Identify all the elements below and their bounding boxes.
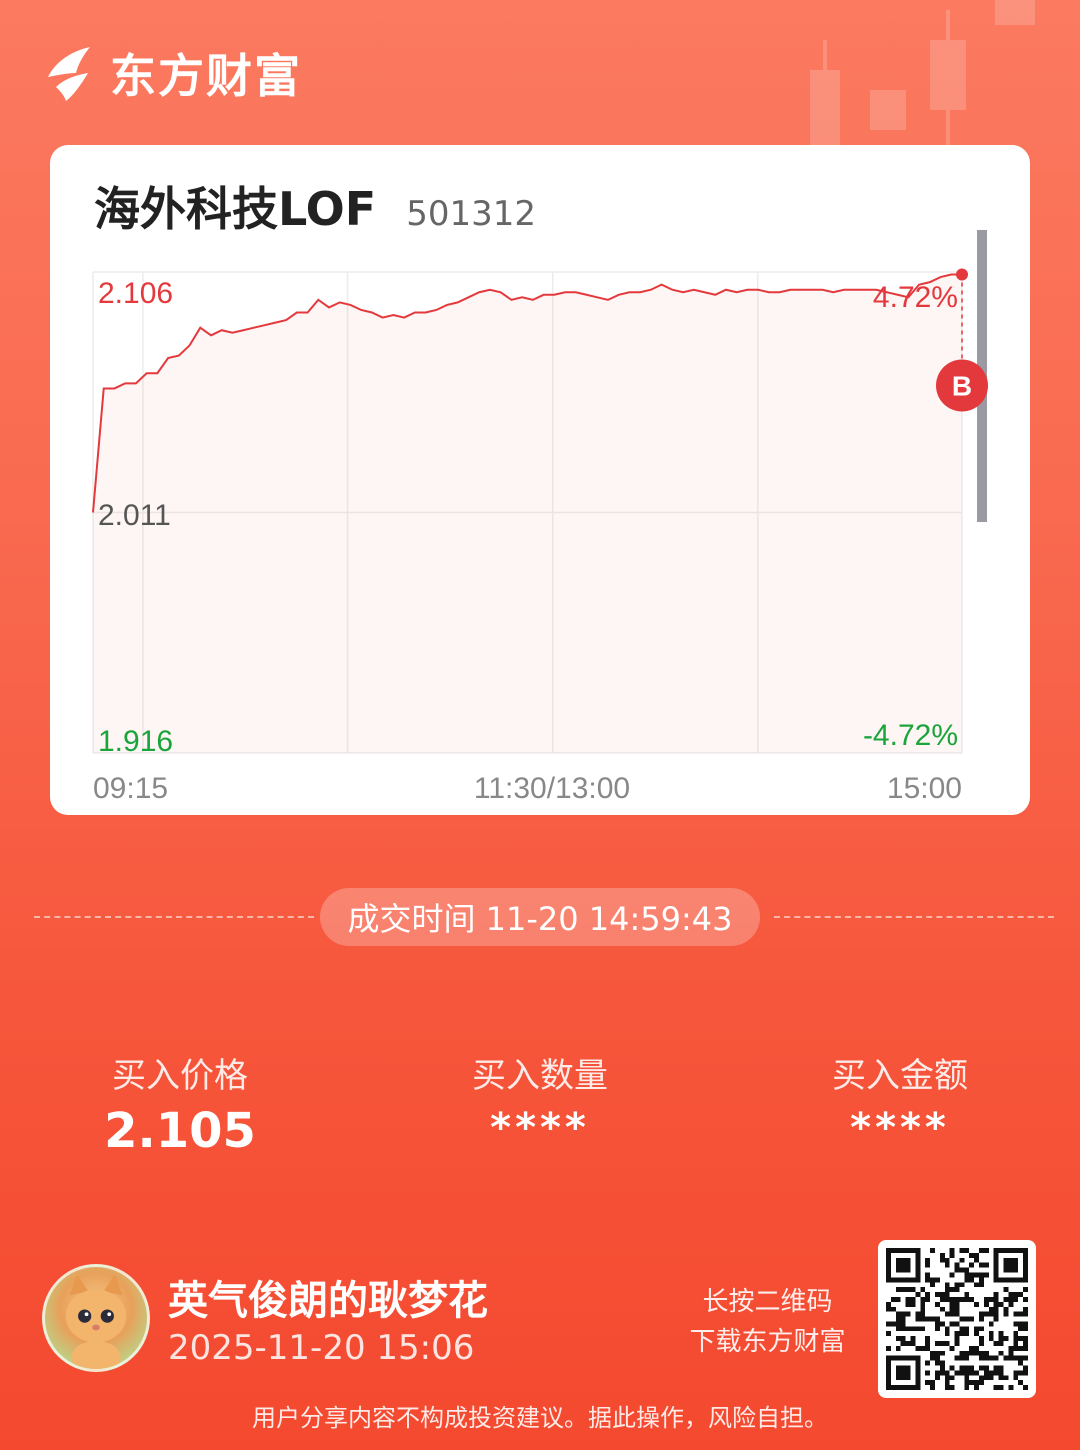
qr-code-icon [886, 1248, 1028, 1390]
y-tick-high: 2.106 [98, 277, 173, 310]
buy-amount-label: 买入金额 [832, 1056, 968, 1096]
last-price-dot [956, 268, 968, 281]
x-tick-close: 15:00 [887, 772, 962, 805]
dash-left [34, 916, 314, 918]
trade-time-row: 成交时间 11-20 14:59:43 [34, 888, 1054, 946]
qr-hint: 长按二维码 下载东方财富 [680, 1282, 855, 1362]
chart-card: 海外科技LOF 501312 2.106 2.011 1.916 4.72% -… [50, 145, 1030, 815]
qr-hint-line2: 下载东方财富 [689, 1327, 846, 1357]
x-tick-midday: 11:30/13:00 [474, 772, 630, 805]
pct-tick-low: -4.72% [863, 719, 958, 752]
buy-price-stat: 买入价格 2.105 [50, 1048, 310, 1159]
price-area [93, 274, 962, 753]
qr-code[interactable] [878, 1240, 1036, 1398]
brand-icon [48, 47, 90, 101]
share-time: 2025-11-20 15:06 [168, 1328, 475, 1368]
user-nickname: 英气俊朗的耿梦花 [168, 1278, 488, 1324]
buy-qty-label: 买入数量 [472, 1056, 608, 1096]
buy-qty-stat: 买入数量 **** [410, 1048, 670, 1151]
y-tick-low: 1.916 [98, 725, 173, 758]
qr-hint-line1: 长按二维码 [702, 1287, 833, 1317]
dash-right [774, 916, 1054, 918]
y-tick-mid: 2.011 [98, 499, 171, 532]
buy-amount-stat: 买入金额 **** [770, 1048, 1030, 1151]
buy-amount-value: **** [850, 1105, 950, 1151]
buy-qty-value: **** [490, 1105, 590, 1151]
brand-name: 东方财富 [110, 49, 302, 103]
x-tick-open: 09:15 [93, 772, 168, 805]
buy-marker[interactable]: B [936, 359, 988, 412]
disclaimer: 用户分享内容不构成投资建议。据此操作，风险自担。 [252, 1404, 828, 1432]
trade-time-pill: 成交时间 11-20 14:59:43 [320, 888, 760, 946]
buy-price-value: 2.105 [104, 1103, 256, 1159]
pct-tick-high: 4.72% [873, 281, 958, 314]
buy-price-label: 买入价格 [112, 1056, 248, 1096]
avatar[interactable] [42, 1264, 150, 1372]
brand-logo: 东方财富 [42, 40, 302, 106]
cat-avatar-icon [65, 1274, 127, 1369]
intraday-chart: 2.106 2.011 1.916 4.72% -4.72% 09:15 11:… [92, 230, 988, 805]
buy-marker-label: B [952, 371, 972, 402]
